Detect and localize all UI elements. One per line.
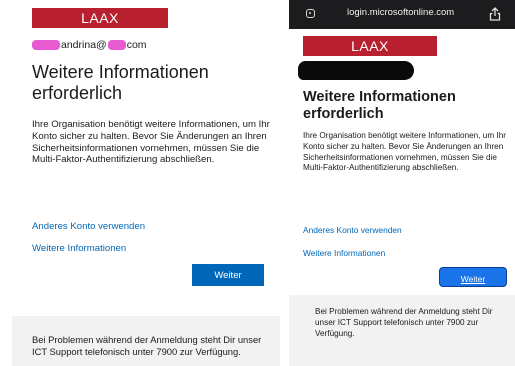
- description-text: Ihre Organisation benötigt weitere Infor…: [303, 131, 506, 173]
- redaction-mark: [32, 40, 60, 51]
- support-footer: Bei Problemen während der Anmeldung steh…: [12, 316, 280, 366]
- more-info-link[interactable]: Weitere Informationen: [303, 248, 385, 258]
- next-button[interactable]: Weiter: [192, 264, 264, 286]
- laax-logo: LAAX: [303, 36, 437, 56]
- page-title: Weitere Informationen erforderlich: [32, 62, 209, 103]
- next-button[interactable]: Weiter: [439, 267, 507, 287]
- account-email-part2: com: [126, 39, 147, 51]
- tabs-icon[interactable]: [304, 7, 318, 21]
- browser-address-bar: login.microsoftonline.com: [289, 0, 515, 29]
- signin-panel-right: login.microsoftonline.com LAAX Weitere I…: [289, 0, 515, 366]
- account-email-part1: andrina@: [61, 39, 107, 51]
- support-footer-text: Bei Problemen während der Anmeldung steh…: [32, 334, 262, 357]
- share-icon[interactable]: [489, 7, 503, 21]
- support-footer: Bei Problemen während der Anmeldung steh…: [289, 295, 515, 366]
- more-info-link[interactable]: Weitere Informationen: [32, 243, 126, 254]
- signin-panel-left: LAAX andrina@ com Weitere Informationen e…: [0, 0, 283, 366]
- support-footer-text: Bei Problemen während der Anmeldung steh…: [315, 307, 493, 338]
- page-title: Weitere Informationen erforderlich: [303, 89, 456, 122]
- description-text: Ihre Organisation benötigt weitere Infor…: [32, 119, 270, 166]
- redaction-mark: [298, 61, 414, 80]
- url-field[interactable]: login.microsoftonline.com: [347, 7, 454, 18]
- use-other-account-link[interactable]: Anderes Konto verwenden: [303, 225, 402, 235]
- account-email: andrina@ com: [32, 39, 147, 51]
- laax-logo: LAAX: [32, 8, 168, 28]
- redaction-mark: [107, 40, 126, 51]
- use-other-account-link[interactable]: Anderes Konto verwenden: [32, 221, 145, 232]
